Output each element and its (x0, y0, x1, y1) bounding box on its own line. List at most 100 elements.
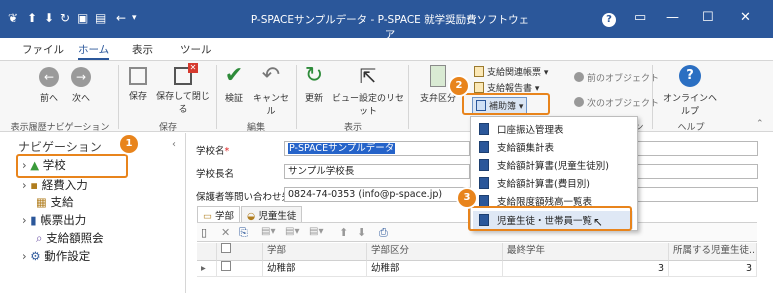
group-label-view: 表示 (343, 123, 362, 133)
tab-tools[interactable]: ツール (180, 42, 212, 57)
edit-dropdown-icon[interactable]: ▤▾ (309, 226, 323, 237)
ribbon-separator (118, 65, 119, 129)
school-name-label-text: 学校名 (196, 146, 225, 157)
menu-item-payment-summary[interactable]: 支給額集計表 (479, 140, 554, 154)
prev-object-button[interactable]: 前のオブジェクト (574, 71, 659, 84)
online-help-button[interactable]: ? オンラインヘルプ (660, 65, 720, 117)
minimize-button[interactable]: — (666, 10, 679, 25)
payment-sheets-button[interactable]: 支給関連帳票 ▾ (474, 65, 548, 78)
save-close-button[interactable]: ✕ 保存して閉じる (154, 63, 212, 115)
move-up-icon[interactable]: ⬆ (339, 226, 348, 239)
help-button[interactable]: ? (602, 11, 616, 27)
payment-split-label: 支弁区分 (419, 94, 456, 104)
folder-icon: ▪ (30, 178, 39, 192)
tab-view[interactable]: 表示 (132, 42, 153, 57)
column-header-students[interactable]: 所属する児童生徒... (669, 243, 757, 261)
cell-students[interactable]: 3 (669, 261, 757, 277)
tab-departments[interactable]: ▭ 学部 (197, 206, 241, 222)
move-down-icon[interactable]: ⬇ (357, 226, 366, 239)
customize-dropdown-icon[interactable]: ▾ (132, 13, 137, 23)
select-header (217, 243, 263, 261)
maximize-button[interactable]: ☐ (702, 10, 714, 25)
cell-final-grade[interactable]: 3 (503, 261, 669, 277)
column-header-department-class[interactable]: 学部区分 (367, 243, 503, 261)
save-button[interactable]: 保存 (124, 67, 152, 102)
ribbon-display-icon[interactable]: ▭ (634, 10, 646, 25)
report-icon (474, 66, 484, 77)
down-circle-icon[interactable]: ⬇ (44, 11, 54, 25)
nav-item-payment[interactable]: ▦ 支給 (36, 194, 74, 210)
refresh-icon: ↻ (304, 63, 324, 88)
tab-students-label: 児童生徒 (258, 211, 297, 222)
paste-dropdown-icon[interactable]: ▤▾ (285, 226, 299, 237)
group-label-help: ヘルプ (677, 123, 705, 133)
cell-department[interactable]: 幼稚部 (263, 261, 367, 277)
up-circle-icon[interactable]: ⬆ (27, 11, 37, 25)
row-checkbox[interactable] (221, 261, 231, 271)
school-name-field-tail[interactable] (638, 141, 758, 156)
red-x-icon: ✕ (188, 63, 198, 73)
collapse-ribbon-icon[interactable]: ⌃ (756, 119, 764, 129)
report-icon (479, 159, 489, 171)
expand-chevron-icon: › (22, 178, 27, 192)
clipboard-icon (430, 65, 446, 87)
verify-button[interactable]: ✔ 検証 (220, 65, 248, 105)
refresh-icon[interactable]: ↻ (60, 11, 70, 25)
tab-file[interactable]: ファイル (22, 42, 64, 57)
nav-item-report-output[interactable]: › ▮ 帳票出力 (22, 212, 86, 228)
back-arrow-icon[interactable]: ← (116, 11, 126, 25)
up-circle-icon (574, 72, 584, 82)
callout-badge-2: 2 (450, 77, 468, 95)
contact-field[interactable]: 0824-74-0353 (info@p-space.jp) (284, 187, 470, 202)
payment-sheets-label: 支給関連帳票 (487, 68, 542, 78)
nav-item-expense-input[interactable]: › ▪ 経費入力 (22, 177, 88, 193)
forward-button[interactable]: → 次へ (68, 67, 94, 104)
next-object-label: 次のオブジェクト (587, 99, 660, 109)
cell-department-class[interactable]: 幼稚部 (367, 261, 503, 277)
callout-badge-3: 3 (458, 189, 476, 207)
export-icon[interactable]: ⎙ (379, 226, 388, 240)
close-button[interactable]: ✕ (740, 10, 751, 25)
nav-item-label: 帳票出力 (40, 213, 87, 227)
menu-item-transfer-ledger[interactable]: 口座振込管理表 (479, 122, 564, 136)
tab-students[interactable]: ◒ 児童生徒 (241, 206, 303, 222)
column-header-department[interactable]: 学部 (263, 243, 367, 261)
undo-arrow-icon: ↶ (261, 63, 281, 88)
nav-item-label: 支給額照会 (46, 231, 104, 245)
title-bar: ❦ ⬆ ⬇ ↻ ▣ ▤ ← ▾ P-SPACEサンプルデータ - P-SPACE… (0, 0, 773, 41)
save-close-icon[interactable]: ▤ (95, 11, 106, 25)
save-close-label: 保存して閉じる (156, 92, 210, 115)
callout-highlight-subsidy (462, 93, 550, 115)
group-label-edit: 編集 (246, 123, 265, 133)
menu-item-calc-by-expense[interactable]: 支給額計算書(費目別) (479, 176, 590, 190)
new-row-icon[interactable]: ▯ (201, 226, 207, 239)
group-label-save: 保存 (158, 123, 177, 133)
column-header-final-grade[interactable]: 最終学年 (503, 243, 669, 261)
cancel-button[interactable]: ↶ キャンセル (250, 63, 292, 118)
row-indicator-header (197, 243, 217, 261)
nav-item-payment-inquiry[interactable]: ⌕ 支給額照会 (36, 230, 104, 246)
view-reset-button[interactable]: ⇱ ビュー設定のリセット (330, 65, 406, 117)
principal-field[interactable]: サンプル学校長 (284, 164, 470, 179)
nav-item-settings[interactable]: › ⚙ 動作設定 (22, 248, 90, 264)
next-object-button[interactable]: 次のオブジェクト (574, 96, 659, 109)
contact-field-tail[interactable] (638, 187, 758, 202)
refresh-button[interactable]: ↻ 更新 (300, 63, 328, 105)
tab-home[interactable]: ホーム (78, 42, 110, 60)
menu-item-label: 支給額計算書(児童生徒別) (497, 161, 609, 172)
collapse-nav-icon[interactable]: ‹ (172, 139, 176, 150)
report-icon (479, 123, 489, 135)
school-name-field[interactable]: P-SPACEサンプルデータ (284, 141, 470, 156)
verify-label: 検証 (224, 94, 243, 104)
menu-item-calc-by-student[interactable]: 支給額計算書(児童生徒別) (479, 158, 609, 172)
save-label: 保存 (128, 92, 147, 102)
delete-icon[interactable]: ✕ (221, 226, 230, 239)
principal-field-tail[interactable] (638, 164, 758, 179)
copy-dropdown-icon[interactable]: ▤▾ (261, 226, 275, 237)
expand-chevron-icon: › (22, 213, 27, 227)
required-mark: * (224, 146, 230, 157)
save-icon[interactable]: ▣ (77, 11, 88, 25)
select-all-checkbox[interactable] (221, 243, 231, 253)
back-button[interactable]: ← 前へ (36, 67, 62, 104)
link-icon[interactable]: ⎘ (239, 226, 248, 240)
